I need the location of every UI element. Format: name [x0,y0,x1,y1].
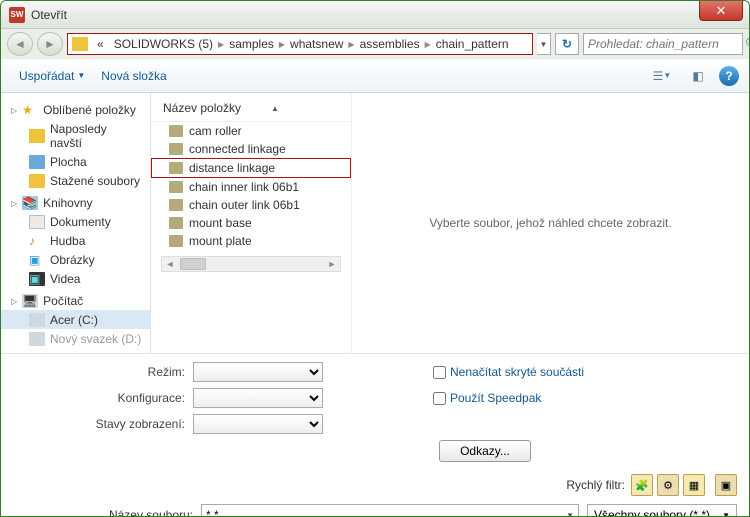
chevron-down-icon[interactable]: ▼ [566,511,574,517]
breadcrumb-item[interactable]: chain_pattern [431,37,514,51]
filter-part-button[interactable]: 🧩 [631,474,653,496]
file-list: Název položky▲ cam roller connected link… [151,93,351,353]
preview-pane-button[interactable]: ◧ [683,65,713,87]
close-button[interactable]: ✕ [699,1,743,21]
references-button[interactable]: Odkazy... [439,440,531,462]
sidebar-item-drive-d[interactable]: Nový svazek (D:) [1,329,150,348]
file-area: Název položky▲ cam roller connected link… [151,93,749,353]
file-item[interactable]: chain inner link 06b1 [151,178,351,196]
breadcrumb-item[interactable]: SOLIDWORKS (5) [109,37,218,51]
display-states-select[interactable] [193,414,323,434]
navigation-bar: ◄ ► « SOLIDWORKS (5)▶ samples▶ whatsnew▶… [1,29,749,59]
no-hidden-label[interactable]: Nenačítat skryté součásti [450,365,584,379]
mode-select[interactable] [193,362,323,382]
filename-row: Název souboru: *.*▼ Všechny soubory (*.*… [1,500,749,517]
app-icon: SW [9,7,25,23]
organize-button[interactable]: Uspořádat ▼ [11,65,93,87]
file-item[interactable]: mount plate [151,232,351,250]
column-header-name[interactable]: Název položky▲ [151,97,351,122]
toolbar: Uspořádat ▼ Nová složka ☰ ▼ ◧ ? [1,59,749,93]
sidebar-item-pictures[interactable]: ▣Obrázky [1,250,150,269]
sidebar-item-documents[interactable]: Dokumenty [1,212,150,231]
view-options-button[interactable]: ☰ ▼ [647,65,677,87]
sidebar: ▷★Oblíbené položky Naposledy navští Ploc… [1,93,151,353]
refresh-button[interactable]: ↻ [555,33,579,55]
config-label: Konfigurace: [13,391,193,405]
file-item[interactable]: connected linkage [151,140,351,158]
quick-filter-row: Rychlý filtr: 🧩 ⚙ ▦ ▣ [1,468,749,500]
body-area: ▷★Oblíbené položky Naposledy navští Ploc… [1,93,749,353]
speedpak-checkbox[interactable] [433,392,446,405]
chevron-down-icon[interactable]: ▼ [722,511,730,517]
search-icon[interactable]: 🔍 [745,37,750,51]
breadcrumb[interactable]: « SOLIDWORKS (5)▶ samples▶ whatsnew▶ ass… [67,33,533,55]
breadcrumb-prefix: « [92,37,109,51]
breadcrumb-item[interactable]: samples [224,37,279,51]
no-hidden-checkbox[interactable] [433,366,446,379]
folder-icon [72,37,88,51]
breadcrumb-dropdown[interactable]: ▼ [537,33,551,55]
mode-label: Režim: [13,365,193,379]
file-item[interactable]: cam roller [151,122,351,140]
help-button[interactable]: ? [719,66,739,86]
open-dialog: SW Otevřít ✕ ◄ ► « SOLIDWORKS (5)▶ sampl… [0,0,750,517]
sidebar-libraries[interactable]: ▷📚Knihovny [1,193,150,212]
window-title: Otevřít [31,8,749,22]
display-states-label: Stavy zobrazení: [13,417,193,431]
sidebar-item-recent[interactable]: Naposledy navští [1,119,150,152]
sidebar-item-videos[interactable]: ▣Videa [1,269,150,288]
sidebar-item-drive-c[interactable]: Acer (C:) [1,310,150,329]
options-form: Režim: Nenačítat skryté součásti Konfigu… [1,354,749,468]
filter-drawing-button[interactable]: ▦ [683,474,705,496]
file-item-highlighted[interactable]: distance linkage [151,158,351,178]
config-select[interactable] [193,388,323,408]
file-item[interactable]: chain outer link 06b1 [151,196,351,214]
filter-assembly-button[interactable]: ⚙ [657,474,679,496]
breadcrumb-item[interactable]: assemblies [355,37,425,51]
horizontal-scrollbar[interactable]: ◄► [161,256,341,272]
sidebar-item-downloads[interactable]: Stažené soubory [1,171,150,190]
filetype-select[interactable]: Všechny soubory (*.*)▼ [587,504,737,517]
search-input[interactable] [588,37,745,51]
file-item[interactable]: mount base [151,214,351,232]
filename-label: Název souboru: [13,508,193,517]
sidebar-computer[interactable]: ▷🖥Počítač [1,291,150,310]
sidebar-favorites[interactable]: ▷★Oblíbené položky [1,100,150,119]
speedpak-label[interactable]: Použít Speedpak [450,391,541,405]
breadcrumb-item[interactable]: whatsnew [285,37,348,51]
nav-back-button[interactable]: ◄ [7,32,33,56]
sidebar-item-desktop[interactable]: Plocha [1,152,150,171]
nav-forward-button[interactable]: ► [37,32,63,56]
filter-all-button[interactable]: ▣ [715,474,737,496]
preview-pane: Vyberte soubor, jehož náhled chcete zobr… [351,93,749,353]
titlebar: SW Otevřít ✕ [1,1,749,29]
quick-filter-label: Rychlý filtr: [566,478,625,492]
preview-empty-text: Vyberte soubor, jehož náhled chcete zobr… [429,216,671,230]
sidebar-item-music[interactable]: ♪Hudba [1,231,150,250]
search-box[interactable]: 🔍 [583,33,743,55]
new-folder-button[interactable]: Nová složka [93,65,174,87]
filename-input[interactable]: *.*▼ [201,504,579,517]
